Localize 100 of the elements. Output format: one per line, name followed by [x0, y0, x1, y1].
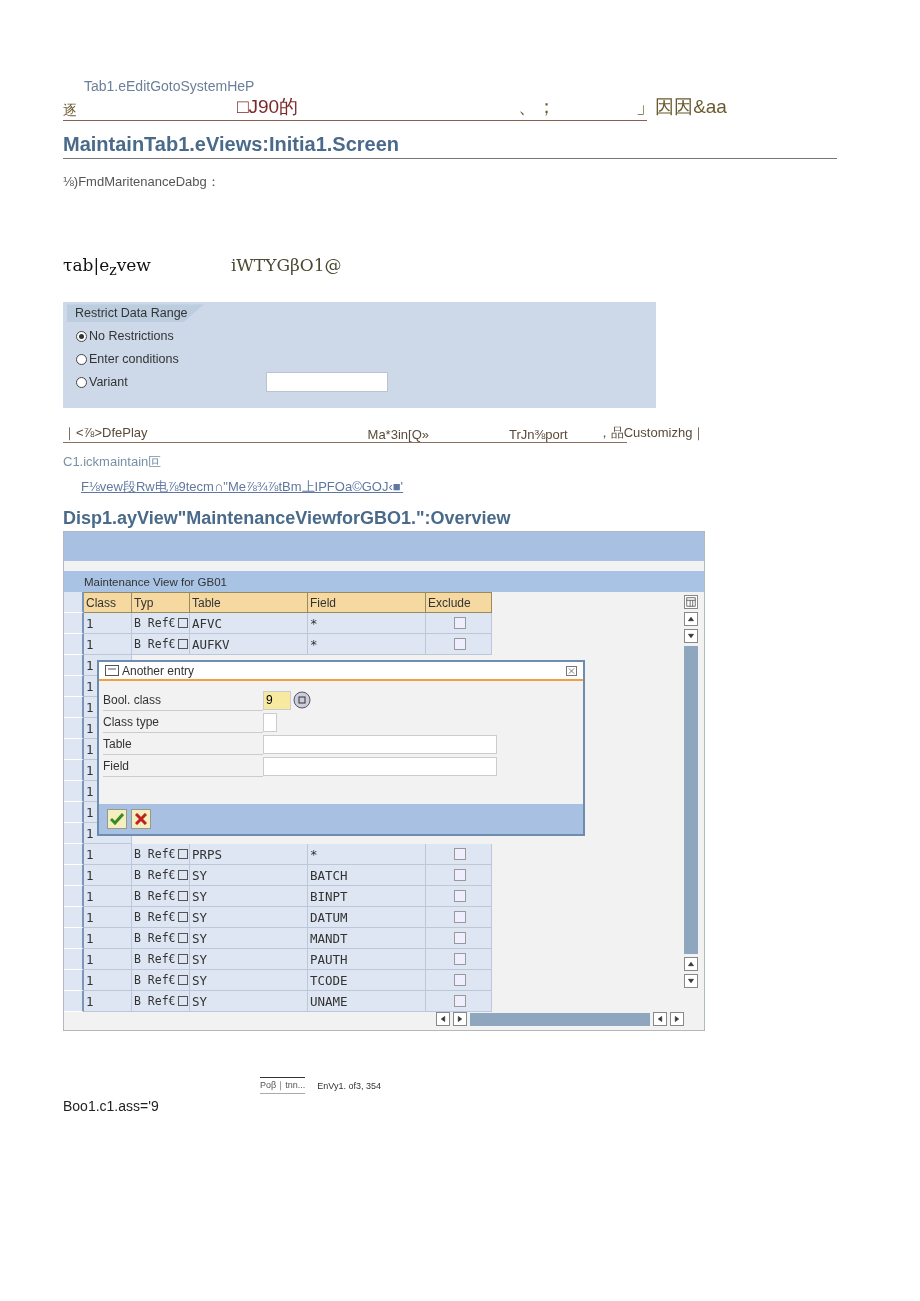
table-cell: 1 [84, 844, 132, 866]
row-selector[interactable] [64, 592, 84, 614]
input-field[interactable] [263, 712, 277, 732]
row-selector[interactable] [64, 991, 84, 1013]
dropdown-icon [177, 849, 188, 860]
table-cell: B Ref€ [132, 613, 190, 635]
checkbox[interactable] [453, 911, 466, 924]
scroll-left-icon[interactable] [653, 1012, 667, 1027]
action-text: ｜<⅞>DfePlay [63, 424, 148, 443]
radio-button[interactable] [76, 353, 87, 365]
radio-button[interactable] [76, 376, 87, 388]
scroll-right-icon[interactable] [670, 1012, 684, 1027]
row-selector[interactable] [64, 718, 84, 740]
page-heading: MaintainTab1.eViews:Initia1.Screen [63, 133, 837, 159]
close-icon[interactable] [566, 665, 577, 676]
table-cell: 1 [84, 613, 132, 635]
column-header: Typ [132, 592, 190, 614]
cancel-button[interactable] [131, 809, 151, 830]
dialog-icon [105, 665, 119, 677]
table-cell: SY [190, 907, 308, 929]
checkbox[interactable] [453, 995, 466, 1008]
panel-title: Maintenance View for GB01 [64, 571, 704, 593]
table-cell: PAUTH [308, 949, 426, 971]
action-text: ，品Customizhg｜ [597, 424, 706, 443]
dropdown-icon [177, 912, 188, 923]
variant-input-field[interactable] [265, 372, 388, 393]
table-cell: * [308, 613, 426, 635]
table-cell: TCODE [308, 970, 426, 992]
column-header: Table [190, 592, 308, 614]
dropdown-icon [177, 996, 188, 1007]
table-cell: B Ref€ [132, 634, 190, 656]
table-cell: B Ref€ [132, 907, 190, 929]
checkbox[interactable] [453, 932, 466, 945]
scroll-right-icon[interactable] [453, 1012, 467, 1027]
checkbox[interactable] [453, 974, 466, 987]
instruction-text: C1.ickmaintain叵 [63, 453, 163, 472]
checkbox[interactable] [453, 848, 466, 861]
step-text: ⅛)FmdMaritenanceDabg： [63, 173, 221, 191]
row-selector[interactable] [64, 781, 84, 803]
checkbox[interactable] [453, 890, 466, 903]
table-cell: 1 [84, 865, 132, 887]
column-header: Class [84, 592, 132, 614]
row-selector[interactable] [64, 802, 84, 824]
table-cell: 1 [84, 928, 132, 950]
radio-label: Variant [89, 375, 128, 390]
row-selector[interactable] [64, 739, 84, 761]
row-selector[interactable] [64, 655, 84, 677]
scroll-left-icon[interactable] [436, 1012, 450, 1027]
row-selector[interactable] [64, 865, 84, 887]
table-cell: B Ref€ [132, 991, 190, 1013]
checkbox[interactable] [453, 617, 466, 630]
checkbox[interactable] [453, 638, 466, 651]
row-selector[interactable] [64, 970, 84, 992]
column-settings-icon[interactable] [684, 595, 698, 610]
table-cell: DATUM [308, 907, 426, 929]
row-selector[interactable] [64, 949, 84, 971]
table-cell: B Ref€ [132, 886, 190, 908]
checkbox[interactable] [453, 869, 466, 882]
row-selector[interactable] [64, 634, 84, 656]
table-cell: 1 [84, 991, 132, 1013]
result-text: Boo1.c1.ass='9 [63, 1098, 160, 1115]
row-selector[interactable] [64, 907, 84, 929]
row-selector[interactable] [64, 613, 84, 635]
instruction-link[interactable]: F⅛vew段Rw电⅞9tecm∩"Me⅞¾⅞tBm上IPFOa©GOJ‹■' [81, 478, 404, 497]
table-cell: * [308, 844, 426, 866]
table-cell: B Ref€ [132, 928, 190, 950]
dropdown-icon [177, 891, 188, 902]
table-cell: BATCH [308, 865, 426, 887]
scrollbar-thumb[interactable] [470, 1012, 650, 1026]
scroll-down-icon[interactable] [684, 974, 698, 989]
radio-button[interactable] [76, 330, 87, 342]
row-selector[interactable] [64, 823, 84, 845]
radio-label: Enter conditions [89, 352, 179, 367]
search-help-icon[interactable] [293, 691, 311, 710]
table-cell: UNAME [308, 991, 426, 1013]
input-field[interactable] [263, 734, 497, 754]
row-selector[interactable] [64, 886, 84, 908]
scrollbar-thumb[interactable] [684, 646, 698, 955]
scroll-down-icon[interactable] [684, 629, 698, 644]
confirm-button[interactable] [107, 809, 127, 830]
section-heading: Disp1.ayView"MaintenanceViewforGBO1.":Overview [63, 508, 512, 530]
scroll-up-icon[interactable] [684, 612, 698, 627]
scroll-up-icon[interactable] [684, 957, 698, 972]
checkbox[interactable] [453, 953, 466, 966]
row-selector[interactable] [64, 844, 84, 866]
action-text: TrJn⅜port [508, 427, 568, 443]
menu-bar-text: Tab1.eEditGotoSystemHeP [84, 78, 256, 94]
row-selector[interactable] [64, 697, 84, 719]
row-selector[interactable] [64, 676, 84, 698]
table-cell: B Ref€ [132, 865, 190, 887]
input-field[interactable] [263, 756, 497, 776]
input-field[interactable]: 9 [263, 690, 291, 710]
row-selector[interactable] [64, 760, 84, 782]
cross-icon [135, 813, 147, 826]
dropdown-icon [177, 933, 188, 944]
entry-counter: EnVy1. of3, 354 [317, 1080, 381, 1091]
row-selector[interactable] [64, 928, 84, 950]
dropdown-icon [177, 639, 188, 650]
check-icon [110, 813, 124, 826]
table-cell: 1 [84, 634, 132, 656]
